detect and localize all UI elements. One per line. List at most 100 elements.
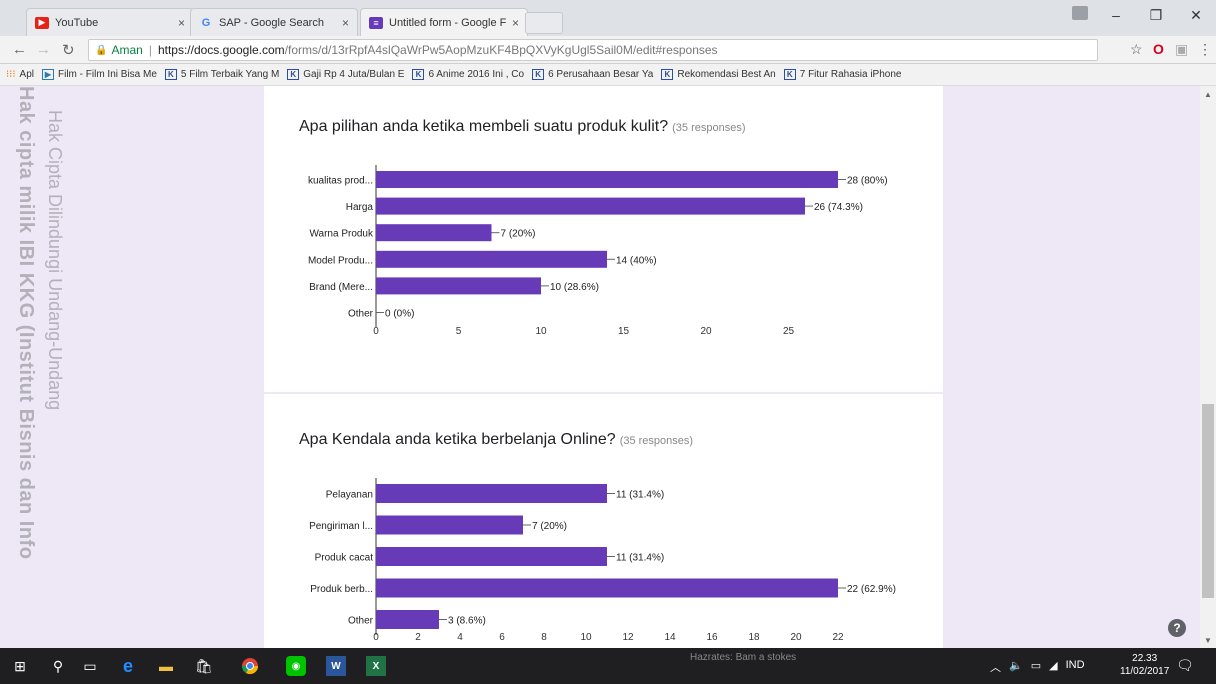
battery-icon[interactable]: ▭ [1031,659,1041,675]
tick-label: 15 [618,326,630,337]
forward-icon[interactable]: → [36,41,51,58]
action-center-icon[interactable]: 🗨 [1176,657,1194,674]
extension-icon[interactable]: ▣ [1175,41,1188,58]
apps-grid-icon: ⁝⁝⁝ [6,69,16,80]
windows-start-icon[interactable]: ⊞ [10,656,30,676]
url-input[interactable]: 🔒 Aman | https://docs.google.com /forms/… [88,39,1098,61]
tick-label: 25 [783,326,795,337]
tick-label: 2 [415,632,421,643]
restore-icon[interactable]: ❐ [1136,0,1176,30]
scroll-up-icon[interactable]: ▲ [1204,90,1212,99]
page-scrollbar[interactable]: ▲ ▼ [1200,86,1216,648]
data-label: 22 (62.9%) [847,584,896,595]
category-label: kualitas prod... [308,176,373,187]
chart-bar [376,277,541,295]
bar-chart: kualitas prod... 28 (80%) Harga 26 (74.3%) W… [308,165,888,337]
language-indicator[interactable]: IND [1066,659,1085,675]
tick-label: 20 [700,326,712,337]
google-icon: G [201,16,211,29]
question-card: Apa Kendala anda ketika berbelanja Onlin… [264,394,943,648]
bookmark-item[interactable]: K7 Fitur Rahasia iPhone [783,69,901,80]
task-view-icon[interactable]: ▭ [80,656,100,676]
chrome-icon[interactable] [240,656,260,676]
youtube-icon: ▶ [35,16,49,29]
menu-icon[interactable]: ⋮ [1198,41,1212,58]
store-icon[interactable]: 🛍 [194,656,214,676]
tick-label: 20 [790,632,802,643]
data-label: 3 (8.6%) [448,616,486,627]
search-icon[interactable]: ⚲ [48,656,68,676]
question-card: Apa pilihan anda ketika membeli suatu pr… [264,86,943,392]
bookmark-item[interactable]: ▶ Film - Film Ini Bisa Me [42,69,157,80]
taskbar-notification: Hazrates: Bam a stokes [690,652,797,663]
opera-icon[interactable]: O [1153,41,1164,57]
bar-chart: Pelayanan 11 (31.4%) Pengiriman l... 7 (20%… [309,478,896,643]
minimize-icon[interactable]: – [1096,0,1136,30]
bookmark-apps[interactable]: ⁝⁝⁝ Apl [6,69,34,80]
tab-sap-google-search[interactable]: G SAP - Google Search × [190,8,358,36]
forms-responses-page: Apa pilihan anda ketika membeli suatu pr… [0,86,1200,648]
network-icon[interactable]: ◢ [1049,659,1057,675]
excel-icon[interactable]: X [366,656,386,676]
star-icon[interactable]: ☆ [1130,41,1143,58]
back-icon[interactable]: ← [12,41,27,58]
data-label: 14 (40%) [616,255,657,266]
scrollbar-thumb[interactable] [1202,404,1214,598]
reload-icon[interactable]: ↻ [62,41,75,59]
tick-label: 18 [748,632,760,643]
bookmark-favicon-icon: K [783,69,796,80]
google-forms-icon: ≡ [369,16,383,29]
bookmark-item[interactable]: K6 Anime 2016 Ini , Co [412,69,524,80]
tick-label: 14 [664,632,676,643]
bookmark-favicon-icon: K [412,69,425,80]
chart-bar [376,578,838,598]
windows-taskbar: ⊞ ⚲ ▭ e ▬ 🛍 ◉ W X Hazrates: Bam a stokes… [0,648,1216,684]
tab-youtube[interactable]: ▶ YouTube × [26,8,194,36]
chart-bar [376,484,607,503]
chart-bar [376,610,439,629]
close-window-icon[interactable]: ✕ [1176,0,1216,30]
bookmark-favicon-icon: K [661,69,674,80]
address-bar: ← → ↻ 🔒 Aman | https://docs.google.com /… [0,36,1216,64]
lock-icon: 🔒 [95,44,108,56]
help-icon[interactable]: ? [1168,619,1186,637]
edge-icon[interactable]: e [118,656,138,676]
close-tab-icon[interactable]: × [178,16,185,30]
chevron-up-icon[interactable]: ︿ [990,659,1001,675]
close-tab-icon[interactable]: × [342,16,349,30]
category-label: Warna Produk [309,229,374,240]
tab-untitled-form[interactable]: ≡ Untitled form - Google F × [360,8,528,36]
bookmark-item[interactable]: K Rekomendasi Best An [661,69,776,80]
tab-title: SAP - Google Search [219,16,324,29]
data-label: 28 (80%) [847,176,888,187]
category-label: Brand (Mere... [309,282,373,293]
profile-icon[interactable] [1072,6,1088,20]
watermark-text: Hak cipta milik IBI KKG (Institut Bisnis… [15,86,37,560]
bookmark-item[interactable]: K Gaji Rp 4 Juta/Bulan E [287,69,404,80]
chart-bar [376,197,805,215]
chart-bar [376,224,492,242]
line-app-icon[interactable]: ◉ [286,656,306,676]
category-label: Pelayanan [326,490,373,501]
data-label: 11 (31.4%) [616,490,664,501]
bookmark-item[interactable]: K5 Film Terbaik Yang M [164,69,279,80]
bookmark-favicon-icon: K [532,69,545,80]
security-label: Aman [111,43,143,57]
tick-label: 6 [499,632,505,643]
bookmark-item[interactable]: K6 Perusahaan Besar Ya [532,69,653,80]
word-icon[interactable]: W [326,656,346,676]
volume-icon[interactable]: 🔈 [1009,659,1023,675]
close-tab-icon[interactable]: × [512,16,519,30]
tick-label: 0 [373,632,379,643]
category-label: Harga [346,202,374,213]
tick-label: 22 [832,632,844,643]
data-label: 7 (20%) [501,229,536,240]
category-label: Model Produ... [308,255,373,266]
category-label: Produk cacat [315,553,374,564]
scroll-down-icon[interactable]: ▼ [1204,636,1212,645]
new-tab-button[interactable] [525,12,563,34]
chart-bar [376,250,607,268]
taskbar-clock[interactable]: 22.33 11/02/2017 [1120,652,1169,678]
tick-label: 5 [456,326,462,337]
file-explorer-icon[interactable]: ▬ [156,656,176,676]
